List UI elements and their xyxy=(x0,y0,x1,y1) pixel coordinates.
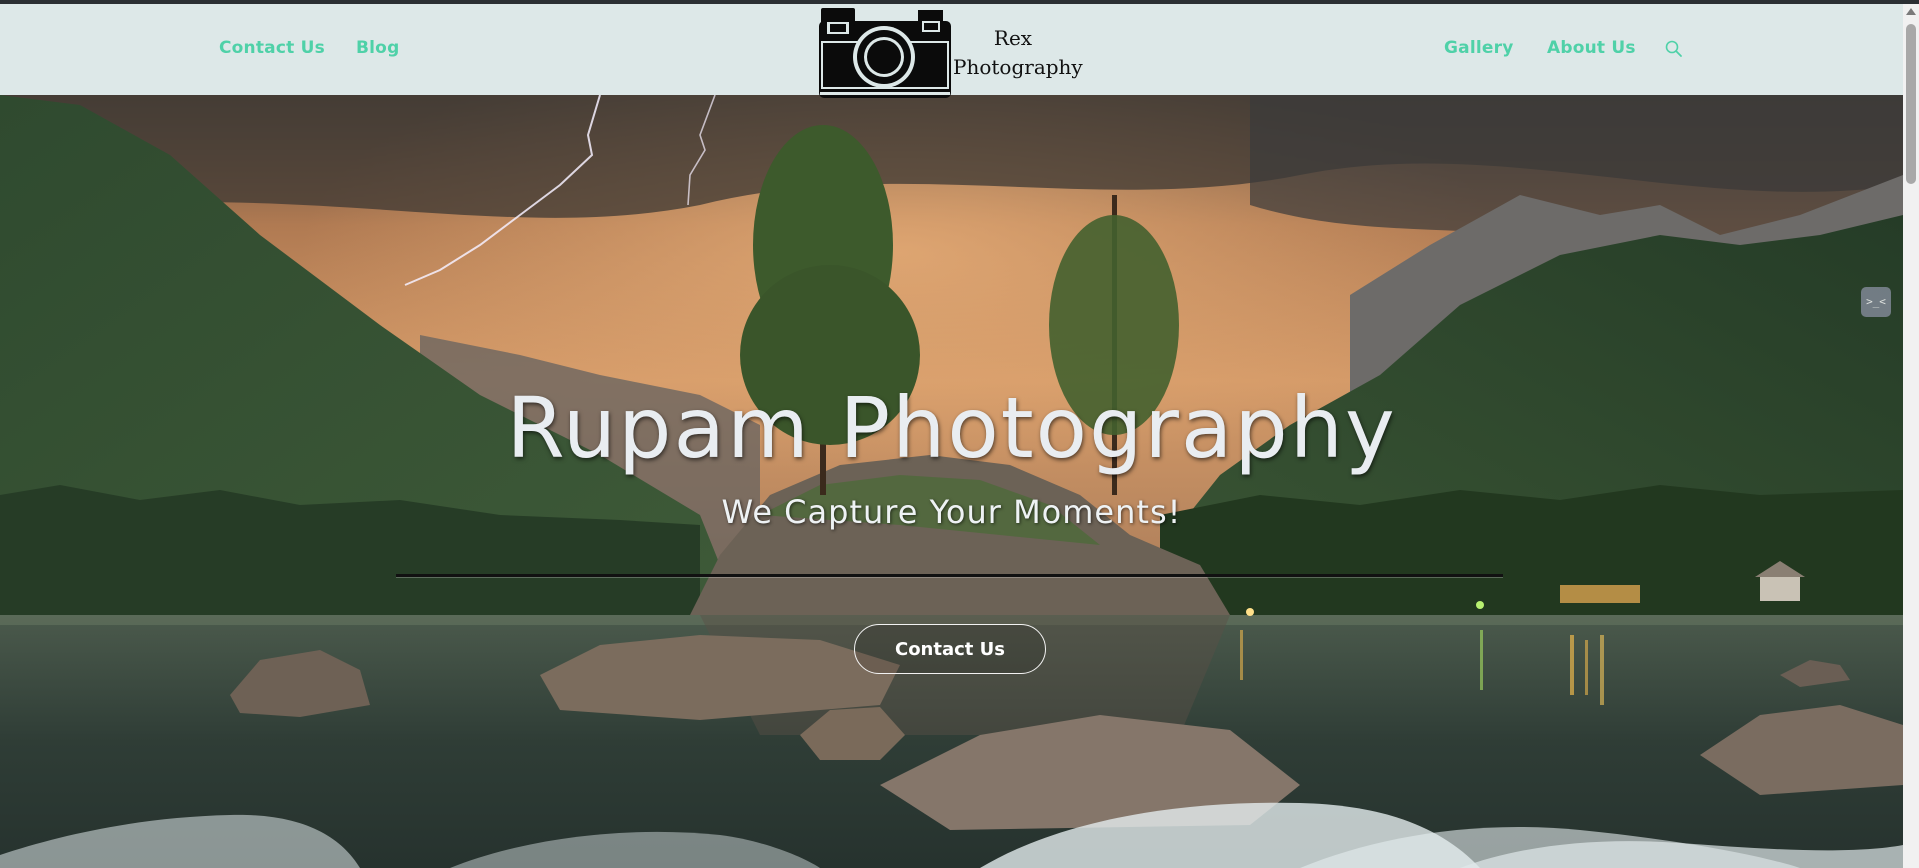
nav-link-contact-us[interactable]: Contact Us xyxy=(219,38,325,58)
navbar: Contact Us Blog Rex Photography Gallery … xyxy=(0,4,1903,98)
scroll-up-arrow-icon[interactable] xyxy=(1906,8,1916,15)
widget-face-icon[interactable]: >_< xyxy=(1861,287,1891,317)
nav-link-blog[interactable]: Blog xyxy=(356,38,399,58)
nav-link-about-us[interactable]: About Us xyxy=(1547,38,1636,58)
logo-text: Rex Photography xyxy=(953,24,1083,82)
camera-icon xyxy=(819,8,951,98)
hero-subtitle: We Capture Your Moments! xyxy=(721,493,1182,531)
hero-title: Rupam Photography xyxy=(506,379,1397,477)
page: Contact Us Blog Rex Photography Gallery … xyxy=(0,0,1919,868)
logo-text-line2: Photography xyxy=(953,55,1083,79)
site-logo[interactable]: Rex Photography xyxy=(818,8,1083,100)
hero-divider xyxy=(396,574,1503,577)
vertical-scrollbar[interactable] xyxy=(1903,4,1919,868)
hero-contact-us-button[interactable]: Contact Us xyxy=(854,624,1046,674)
hero-background-landscape xyxy=(0,95,1903,868)
hero-section: Rupam Photography We Capture Your Moment… xyxy=(0,95,1903,868)
scrollbar-thumb[interactable] xyxy=(1906,24,1916,184)
logo-text-line1: Rex xyxy=(993,26,1033,50)
nav-link-gallery[interactable]: Gallery xyxy=(1444,38,1513,58)
search-icon[interactable] xyxy=(1664,39,1684,59)
